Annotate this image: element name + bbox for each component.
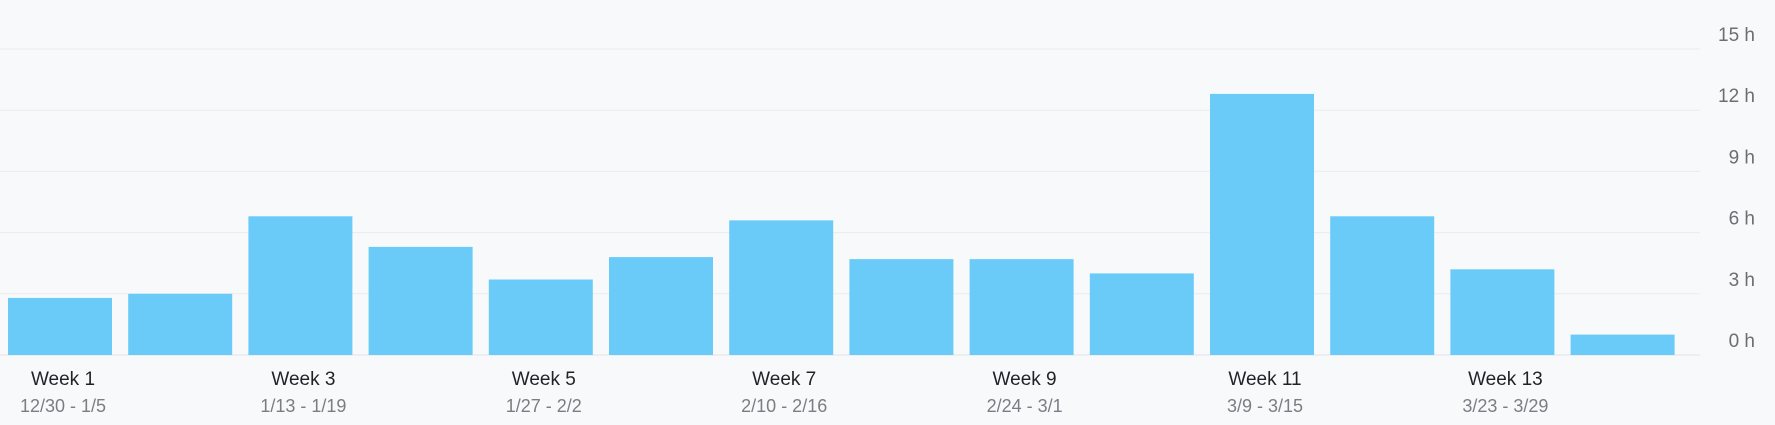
bar[interactable] [368,246,473,355]
x-tick-label: Week 7 [752,369,816,390]
y-tick-label: 15 h [1718,25,1755,46]
y-tick-label: 12 h [1718,86,1755,107]
x-tick-label: Week 13 [1468,369,1543,390]
weekly-hours-bar-chart: 0 h3 h6 h9 h12 h15 h Week 112/30 - 1/5We… [0,25,1755,416]
bar[interactable] [128,293,233,355]
x-tick-label: Week 3 [271,369,335,390]
bar[interactable] [1330,216,1435,355]
y-tick-label: 0 h [1729,331,1755,352]
x-tick-label: Week 5 [512,369,576,390]
x-date-range-label: 3/23 - 3/29 [1462,396,1548,416]
bar[interactable] [729,220,834,355]
bar[interactable] [1089,273,1194,355]
x-date-range-label: 1/27 - 2/2 [506,396,582,416]
y-tick-label: 6 h [1729,209,1755,230]
x-date-range-label: 3/9 - 3/15 [1227,396,1303,416]
bar[interactable] [248,216,353,355]
bar[interactable] [609,257,713,355]
bars [8,93,1675,355]
bar[interactable] [1450,269,1555,355]
bar[interactable] [488,279,593,355]
bar[interactable] [8,297,112,355]
bar[interactable] [969,259,1074,355]
x-tick-label: Week 9 [993,369,1057,390]
bar[interactable] [849,259,954,355]
x-date-range-label: 2/10 - 2/16 [741,396,827,416]
x-date-range-label: 1/13 - 1/19 [260,396,346,416]
bar[interactable] [1210,93,1314,355]
bar[interactable] [1570,334,1675,355]
x-date-range-label: 2/24 - 3/1 [987,396,1063,416]
x-axis-labels: Week 1 12/30 - 1/5 Week 3 1/13 - 1/19 Week 5… [20,369,1548,416]
x-tick-label: Week 11 [1228,369,1301,390]
x-tick-label: Week 1 [31,369,95,390]
y-axis-tick-labels: 0 h 3 h 6 h 9 h 12 h 15 h [1718,25,1755,352]
y-tick-label: 3 h [1729,270,1755,291]
x-date-range-label: 12/30 - 1/5 [20,396,106,416]
y-tick-label: 9 h [1729,147,1755,168]
